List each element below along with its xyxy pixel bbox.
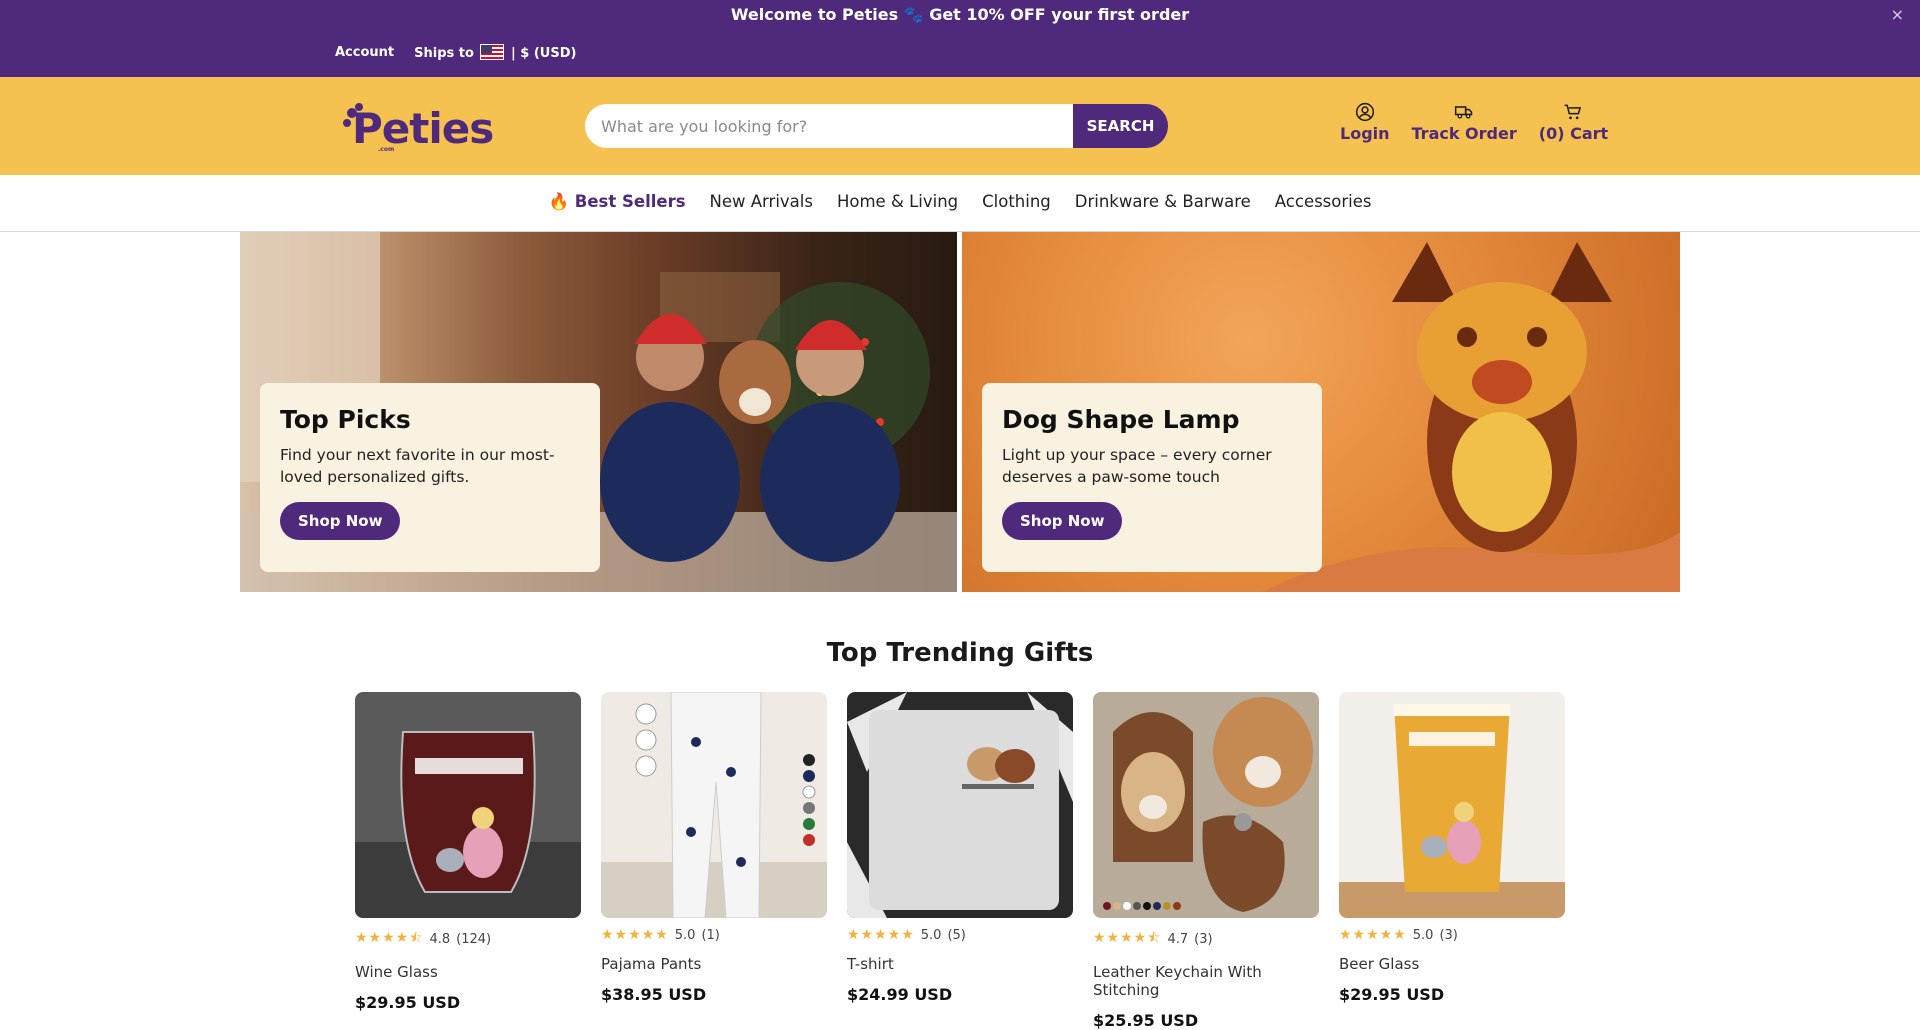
track-order-label: Track Order [1411, 124, 1517, 143]
hero-title: Top Picks [280, 405, 411, 434]
logo-suffix: .com [378, 146, 394, 153]
us-flag-icon [480, 44, 505, 60]
nav-item-drinkware-barware[interactable]: Drinkware & Barware [1075, 192, 1251, 212]
review-count: (124) [456, 931, 492, 947]
product-price: $24.99 USD [847, 985, 953, 1004]
star-rating-icon: ★★★★★ [847, 927, 915, 943]
announcement-bar: Welcome to Peties 🐾 Get 10% OFF your fir… [0, 0, 1920, 77]
review-count: (3) [1194, 931, 1213, 947]
beer-glass-image [1339, 692, 1565, 918]
product-image[interactable] [1093, 692, 1319, 918]
rating-value: 4.7 [1167, 931, 1189, 947]
search-bar: SEARCH [585, 104, 1168, 148]
rating-value: 5.0 [674, 927, 696, 943]
user-circle-icon [1355, 102, 1374, 122]
product-rating: ★★★★★ 5.0 (5) [847, 927, 1073, 943]
login-button[interactable]: Login [1340, 102, 1390, 143]
leather-keychain-image [1093, 692, 1319, 918]
product-image[interactable] [601, 692, 827, 918]
product-price: $25.95 USD [1093, 1011, 1199, 1030]
product-image[interactable] [355, 692, 581, 918]
review-count: (3) [1439, 927, 1458, 943]
peties-logo[interactable]: Peties .com [342, 101, 512, 153]
search-button[interactable]: SEARCH [1073, 104, 1168, 148]
product-rating: ★★★★⯪ 4.8 (124) [355, 927, 581, 951]
product-card[interactable]: ★★★★⯪ 4.7 (3) Leather Keychain With Stit… [1093, 692, 1319, 1030]
cart-label: (0) Cart [1538, 124, 1609, 143]
logo-text: Peties [352, 104, 493, 153]
hero-title: Dog Shape Lamp [1002, 405, 1240, 434]
star-rating-icon: ★★★★⯪ [355, 930, 424, 946]
product-rating: ★★★★⯪ 4.7 (3) [1093, 927, 1319, 951]
login-label: Login [1340, 124, 1390, 143]
product-price: $29.95 USD [355, 993, 461, 1012]
ships-to-label: Ships to [414, 46, 474, 61]
product-price: $38.95 USD [601, 985, 707, 1004]
main-nav: 🔥 Best Sellers New Arrivals Home & Livin… [0, 175, 1920, 232]
product-image[interactable] [847, 692, 1073, 918]
wine-glass-image [355, 692, 581, 918]
site-header: Peties .com SEARCH Login Track Order [0, 77, 1920, 175]
truck-icon [1455, 106, 1473, 119]
nav-item-new-arrivals[interactable]: New Arrivals [710, 192, 813, 212]
section-title: Top Trending Gifts [826, 638, 1094, 668]
rating-value: 4.8 [429, 931, 451, 947]
product-name[interactable]: Leather Keychain With Stitching [1093, 963, 1319, 999]
review-count: (5) [947, 927, 966, 943]
product-rating: ★★★★★ 5.0 (1) [601, 927, 827, 943]
cart-icon [1565, 104, 1582, 120]
hero-card-top-picks: Top Picks Find your next favorite in our… [260, 383, 600, 572]
shop-now-button[interactable]: Shop Now [280, 502, 401, 540]
review-count: (1) [701, 927, 720, 943]
nav-item-accessories[interactable]: Accessories [1275, 192, 1372, 212]
product-name[interactable]: Beer Glass [1339, 955, 1565, 973]
product-card[interactable]: ★★★★★ 5.0 (1) Pajama Pants $38.95 USD [601, 692, 827, 1004]
product-card[interactable]: ★★★★★ 5.0 (3) Beer Glass $29.95 USD [1339, 692, 1565, 1004]
hero-card-dog-lamp: Dog Shape Lamp Light up your space – eve… [982, 383, 1322, 572]
product-card[interactable]: ★★★★⯪ 4.8 (124) Wine Glass $29.95 USD [355, 692, 581, 1012]
nav-item-best-sellers[interactable]: 🔥 Best Sellers [548, 192, 685, 212]
star-rating-icon: ★★★★★ [1339, 927, 1407, 943]
t-shirt-image [847, 692, 1073, 918]
rating-value: 5.0 [920, 927, 942, 943]
product-price: $29.95 USD [1339, 985, 1445, 1004]
nav-item-clothing[interactable]: Clothing [982, 192, 1051, 212]
product-card[interactable]: ★★★★★ 5.0 (5) T-shirt $24.99 USD [847, 692, 1073, 1004]
hero-text: Find your next favorite in our most-love… [280, 446, 555, 486]
product-image[interactable] [1339, 692, 1565, 918]
star-rating-icon: ★★★★⯪ [1093, 930, 1162, 946]
track-order-button[interactable]: Track Order [1412, 102, 1517, 143]
nav-item-home-living[interactable]: Home & Living [837, 192, 958, 212]
product-name[interactable]: Pajama Pants [601, 955, 827, 973]
hero-banner-dog-lamp[interactable]: Dog Shape Lamp Light up your space – eve… [962, 232, 1680, 592]
pajama-pants-image [601, 692, 827, 918]
cart-button[interactable]: (0) Cart [1539, 102, 1608, 143]
product-name[interactable]: T-shirt [847, 955, 1073, 973]
close-icon[interactable]: × [1891, 5, 1904, 24]
shop-now-button[interactable]: Shop Now [1002, 502, 1123, 540]
ships-to-selector[interactable]: Ships to | $ (USD) [414, 44, 576, 61]
rating-value: 5.0 [1412, 927, 1434, 943]
announcement-message: Welcome to Peties 🐾 Get 10% OFF your fir… [730, 5, 1190, 24]
search-input[interactable] [585, 104, 1073, 148]
product-rating: ★★★★★ 5.0 (3) [1339, 927, 1565, 943]
currency-label: | $ (USD) [511, 46, 577, 61]
hero-text: Light up your space – every corner deser… [1002, 446, 1272, 486]
hero-banner-top-picks[interactable]: Top Picks Find your next favorite in our… [240, 232, 957, 592]
account-link[interactable]: Account [335, 45, 394, 60]
star-rating-icon: ★★★★★ [601, 927, 669, 943]
utility-links: Account Ships to | $ (USD) [335, 44, 576, 61]
product-name[interactable]: Wine Glass [355, 963, 581, 981]
header-actions: Login Track Order (0) Cart [1340, 102, 1608, 143]
